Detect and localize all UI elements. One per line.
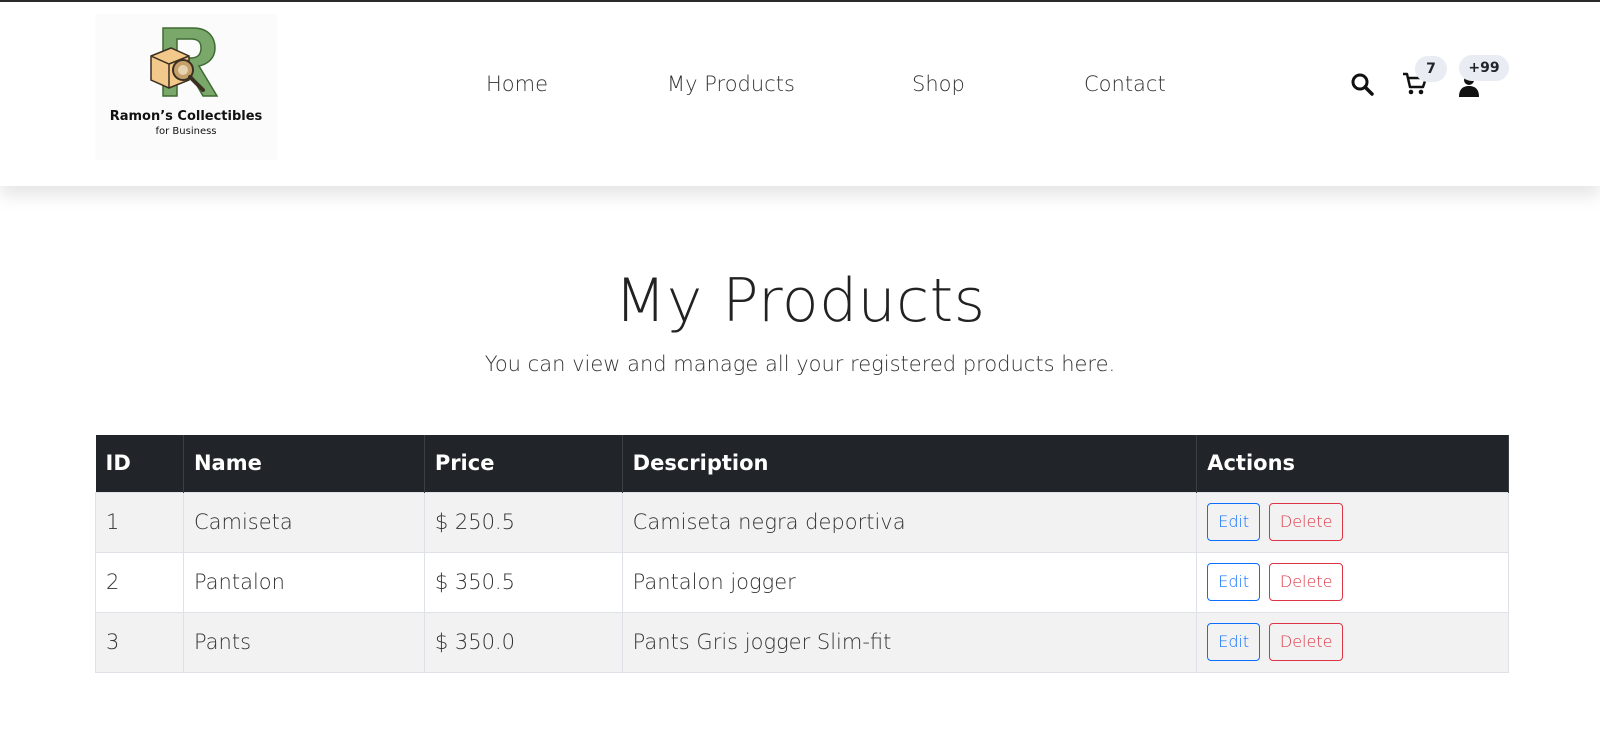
- cell-description: Camiseta negra deportiva: [621, 491, 1198, 553]
- delete-button[interactable]: Delete: [1268, 503, 1344, 541]
- cell-id: 1: [95, 491, 184, 553]
- table-header-row: ID Name Price Description Actions: [95, 435, 1509, 492]
- column-header-price: Price: [424, 435, 623, 492]
- cell-name: Pantalon: [182, 551, 425, 613]
- column-header-name: Name: [183, 435, 425, 492]
- cell-price: $ 250.5: [423, 491, 623, 553]
- column-header-description: Description: [622, 435, 1198, 492]
- cell-actions: Edit Delete: [1196, 611, 1509, 673]
- page-title: My Products: [614, 266, 986, 336]
- cell-price: $ 350.5: [423, 551, 623, 613]
- nav-home[interactable]: Home: [486, 72, 548, 96]
- edit-button[interactable]: Edit: [1207, 623, 1261, 661]
- search-icon[interactable]: [1350, 72, 1374, 96]
- products-table: ID Name Price Description Actions 1 Cami…: [95, 435, 1509, 673]
- logo-mark-icon: [150, 27, 219, 97]
- cell-name: Pants: [182, 611, 425, 673]
- notification-count-badge: +99: [1459, 55, 1509, 81]
- cell-id: 3: [95, 611, 184, 673]
- cell-actions: Edit Delete: [1196, 551, 1509, 613]
- cell-price: $ 350.0: [423, 611, 623, 673]
- nav-shop[interactable]: Shop: [912, 72, 965, 96]
- brand-logo[interactable]: Ramon’s Collectibles for Business: [95, 14, 277, 160]
- table-row: 1 Camiseta $ 250.5 Camiseta negra deport…: [95, 491, 1509, 553]
- column-header-id: ID: [95, 435, 184, 492]
- nav-contact[interactable]: Contact: [1084, 72, 1166, 96]
- delete-button[interactable]: Delete: [1268, 623, 1344, 661]
- table-row: 3 Pants $ 350.0 Pants Gris jogger Slim-f…: [95, 611, 1509, 673]
- table-row: 2 Pantalon $ 350.5 Pantalon jogger Edit …: [95, 551, 1509, 613]
- brand-name: Ramon’s Collectibles: [109, 109, 263, 124]
- brand-tagline: for Business: [155, 126, 217, 137]
- column-header-actions: Actions: [1196, 435, 1509, 492]
- cell-description: Pantalon jogger: [621, 551, 1198, 613]
- site-header: Ramon’s Collectibles for Business Home M…: [0, 2, 1600, 186]
- cell-description: Pants Gris jogger Slim-fit: [621, 611, 1198, 673]
- cell-id: 2: [95, 551, 184, 613]
- delete-button[interactable]: Delete: [1268, 563, 1344, 601]
- cell-actions: Edit Delete: [1196, 491, 1509, 553]
- page-subtitle: You can view and manage all your registe…: [484, 352, 1116, 376]
- cart-count-badge: 7: [1415, 56, 1447, 82]
- cell-name: Camiseta: [182, 491, 425, 553]
- nav-my-products[interactable]: My Products: [667, 72, 795, 96]
- edit-button[interactable]: Edit: [1207, 563, 1261, 601]
- edit-button[interactable]: Edit: [1207, 503, 1261, 541]
